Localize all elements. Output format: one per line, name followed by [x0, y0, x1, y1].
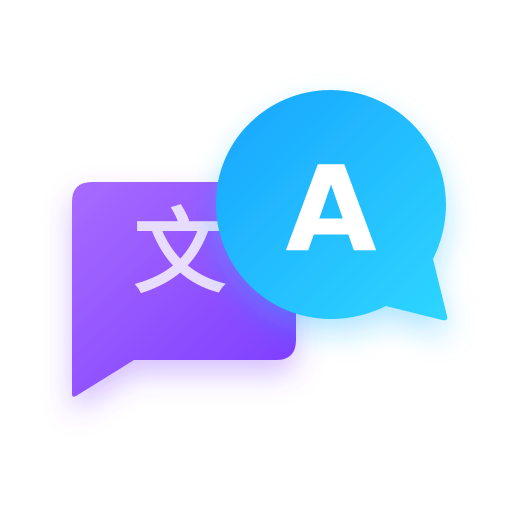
- translate-icon: 文 A: [72, 90, 448, 397]
- translate-app-icon: 文 A: [0, 0, 512, 512]
- source-glyph: 文: [134, 199, 226, 306]
- target-glyph: A: [285, 140, 376, 278]
